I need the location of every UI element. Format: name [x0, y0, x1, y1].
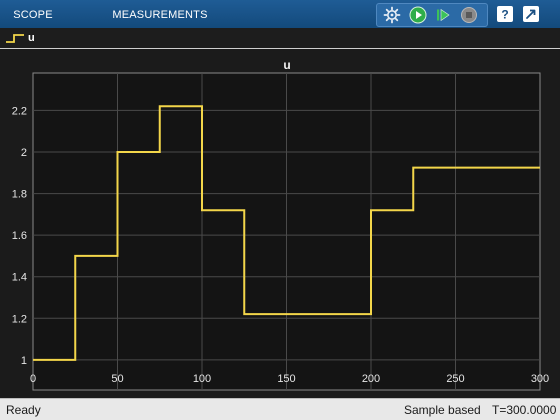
stop-icon: [461, 7, 477, 23]
tab-measurements[interactable]: MEASUREMENTS: [108, 0, 212, 28]
help-icon: ?: [497, 6, 513, 22]
status-time: T=300.0000: [492, 403, 557, 417]
legend-label: u: [28, 32, 35, 44]
y-tick-labels: 1 1.2 1.4 1.6 1.8 2 2.2: [12, 105, 27, 366]
step-signal-icon: [6, 34, 24, 43]
y-tick-label: 1.6: [12, 230, 27, 242]
svg-text:?: ?: [501, 8, 508, 22]
stop-button[interactable]: [460, 6, 478, 24]
settings-button[interactable]: [383, 6, 401, 24]
status-state: Ready: [6, 403, 41, 417]
scope-chart[interactable]: 1 1.2 1.4 1.6 1.8 2 2.2 0 50 100 150 200 250 300 u: [0, 49, 560, 398]
scope-window: SCOPE MEASUREMENTS ? u 1 1.2 1.4 1.6 1.8…: [0, 0, 560, 420]
help-button[interactable]: ?: [496, 5, 514, 23]
step-forward-icon: [437, 8, 450, 22]
x-tick-label: 300: [531, 373, 549, 385]
toolstrip: SCOPE MEASUREMENTS ?: [0, 0, 560, 28]
simulation-controls: [376, 3, 488, 27]
settings-icon: [383, 6, 401, 24]
x-tick-label: 150: [277, 373, 295, 385]
x-tick-label: 100: [193, 373, 211, 385]
x-tick-label: 0: [30, 373, 36, 385]
x-tick-label: 250: [446, 373, 464, 385]
y-tick-label: 1.4: [12, 272, 27, 284]
legend-item-u[interactable]: u: [5, 31, 35, 45]
y-tick-label: 1.8: [12, 189, 27, 201]
run-button[interactable]: [409, 6, 427, 24]
chart-title: u: [283, 58, 290, 72]
y-tick-label: 1: [21, 355, 27, 367]
y-tick-label: 1.2: [12, 313, 27, 325]
x-tick-label: 50: [111, 373, 123, 385]
run-icon: [409, 6, 427, 24]
undock-icon: [523, 6, 539, 22]
status-bar: Ready Sample based T=300.0000: [0, 398, 560, 420]
status-mode: Sample based: [404, 403, 481, 417]
step-forward-button[interactable]: [434, 6, 452, 24]
tab-scope[interactable]: SCOPE: [7, 0, 59, 28]
x-tick-label: 200: [362, 373, 380, 385]
undock-button[interactable]: [522, 5, 540, 23]
y-tick-label: 2.2: [12, 105, 27, 117]
y-tick-label: 2: [21, 147, 27, 159]
legend-bar: u: [0, 28, 560, 49]
